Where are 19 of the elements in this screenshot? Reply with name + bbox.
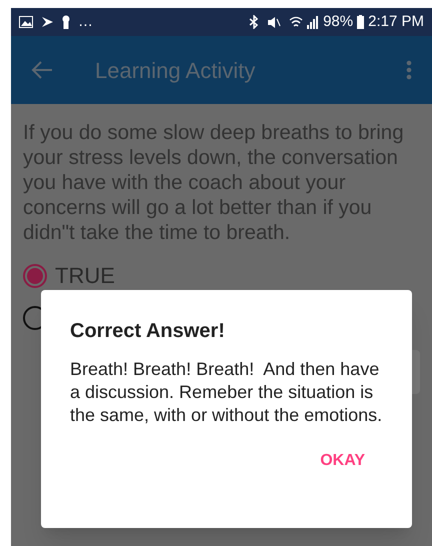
flag-icon (41, 16, 54, 28)
signal-icon (307, 16, 320, 28)
radio-button[interactable] (23, 264, 47, 288)
bluetooth-icon (249, 15, 260, 29)
keyhole-icon (62, 15, 70, 29)
dialog-message: Breath! Breath! Breath! And then have a discussion. Remeber the situation is the same, with or without the emotions. (70, 358, 383, 427)
dialog-title: Correct Answer! (70, 319, 226, 344)
battery-percent: 98% (323, 12, 354, 32)
image-icon (19, 16, 33, 28)
option-label[interactable]: TRUE (55, 259, 115, 292)
back-icon[interactable] (31, 60, 53, 80)
wifi-icon (289, 16, 304, 28)
battery-icon (357, 15, 364, 29)
okay-button[interactable]: OKAY (312, 445, 373, 477)
app-bar-title: Learning Activity (95, 56, 256, 85)
mute-icon (267, 16, 282, 28)
more-menu-icon[interactable] (406, 60, 412, 80)
clock: 2:17 PM (368, 12, 424, 32)
overflow-indicator: … (78, 12, 93, 32)
